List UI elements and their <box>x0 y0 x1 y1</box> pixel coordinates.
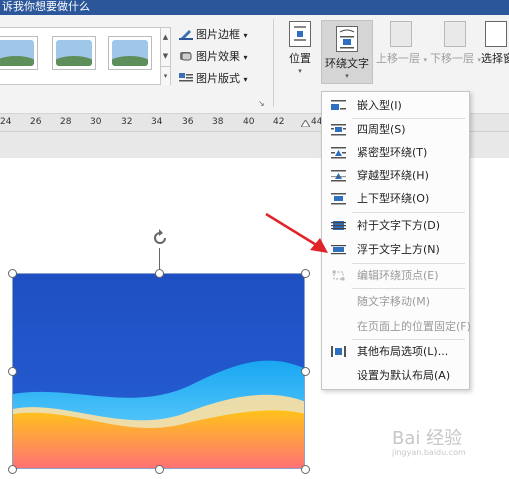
annotation-arrow-icon <box>265 212 328 253</box>
wrap-text-menu: 嵌入型(I) 四周型(S) 紧密型环绕(T) 穿越型环绕(H) 上下型环绕(O)… <box>321 91 471 390</box>
send-backward-icon <box>444 21 466 47</box>
picture-styles-dialog-launcher[interactable]: ↘ <box>258 99 265 108</box>
ruler-tick-label: 34 <box>151 117 163 127</box>
menu-item-more-layout-options[interactable]: 其他布局选项(L)... <box>323 340 469 363</box>
ruler-tick-label: 42 <box>273 117 285 127</box>
picture-effects-button[interactable]: 图片效果 ▾ <box>179 47 248 67</box>
ruler-tick-label: 28 <box>60 117 72 127</box>
picture-layout-icon <box>179 73 193 82</box>
tell-me-search-text[interactable]: 诉我你想要做什么 <box>2 0 90 13</box>
menu-separator <box>352 288 465 289</box>
edit-wrap-points-icon <box>332 270 345 281</box>
resize-handle[interactable] <box>301 269 310 278</box>
gallery-more-button[interactable]: ▾ <box>160 66 170 85</box>
resize-handle[interactable] <box>301 465 310 474</box>
picture-effects-icon <box>180 52 192 61</box>
bring-forward-icon <box>390 21 412 47</box>
menu-item-through[interactable]: 穿越型环绕(H) <box>323 164 469 187</box>
wrap-text-icon <box>336 26 358 52</box>
ruler-tick-label: 24 <box>0 117 12 127</box>
resize-handle[interactable] <box>155 465 164 474</box>
menu-item-square[interactable]: 四周型(S) <box>323 118 469 141</box>
ruler-tick-label: 32 <box>121 117 133 127</box>
more-layout-options-icon <box>331 346 346 357</box>
picture-styles-gallery[interactable]: ▲ ▼ ▾ <box>0 27 171 85</box>
tight-wrap-icon <box>331 147 346 159</box>
menu-item-move-with-text[interactable]: 随文字移动(M) <box>323 290 469 313</box>
through-wrap-icon <box>331 170 346 182</box>
menu-item-set-as-default-layout[interactable]: 设置为默认布局(A) <box>323 364 469 387</box>
menu-item-inline[interactable]: 嵌入型(I) <box>323 94 469 117</box>
inline-wrap-icon <box>331 100 346 110</box>
menu-separator <box>352 212 465 213</box>
resize-handle[interactable] <box>155 269 164 278</box>
in-front-of-text-icon <box>331 245 346 255</box>
rotate-handle-stem <box>159 248 160 269</box>
picture-border-icon <box>179 30 193 40</box>
picture-style-thumbnail[interactable] <box>108 36 152 70</box>
top-bottom-wrap-icon <box>331 193 346 205</box>
ruler-tick-label: 30 <box>90 117 102 127</box>
ruler-tick-label: 38 <box>212 117 224 127</box>
resize-handle[interactable] <box>8 269 17 278</box>
ribbon-group-separator <box>273 19 274 107</box>
ruler-tick-label: 26 <box>30 117 42 127</box>
resize-handle[interactable] <box>8 465 17 474</box>
menu-item-fix-position-on-page[interactable]: 在页面上的位置固定(F) <box>323 315 471 338</box>
gallery-scroll-down-button[interactable]: ▼ <box>160 47 170 66</box>
ruler-indent-marker-icon[interactable] <box>301 120 310 127</box>
wave-gradient-image <box>13 274 304 468</box>
selection-pane-button[interactable]: 选择窗 <box>481 21 509 66</box>
position-icon <box>289 21 311 47</box>
resize-handle[interactable] <box>301 367 310 376</box>
picture-style-thumbnail[interactable] <box>52 36 96 70</box>
menu-item-edit-wrap-points[interactable]: 编辑环绕顶点(E) <box>323 264 469 287</box>
ruler-tick-label: 36 <box>182 117 194 127</box>
picture-layout-button[interactable]: 图片版式 ▾ <box>179 69 248 89</box>
title-bar: 诉我你想要做什么 <box>0 0 509 15</box>
selection-pane-icon <box>485 21 507 47</box>
rotate-handle-icon[interactable] <box>150 228 170 248</box>
bring-forward-button[interactable]: 上移一层 ▾ <box>376 21 427 66</box>
resize-handle[interactable] <box>8 367 17 376</box>
baidu-watermark: Bai 经验 jingyan.baidu.com <box>392 428 466 457</box>
picture-border-button[interactable]: 图片边框 ▾ <box>179 25 248 45</box>
menu-item-tight[interactable]: 紧密型环绕(T) <box>323 141 469 164</box>
position-button[interactable]: 位置 ▾ <box>283 21 317 76</box>
picture-style-thumbnail[interactable] <box>0 36 38 70</box>
menu-item-behind-text[interactable]: 衬于文字下方(D) <box>323 214 469 237</box>
gallery-scroll-up-button[interactable]: ▲ <box>160 28 170 47</box>
menu-item-in-front-of-text[interactable]: 浮于文字上方(N) <box>323 238 469 261</box>
send-backward-button[interactable]: 下移一层 ▾ <box>430 21 481 66</box>
selected-picture[interactable] <box>12 273 305 469</box>
ruler-tick-label: 40 <box>243 117 255 127</box>
menu-item-top-bottom[interactable]: 上下型环绕(O) <box>323 187 469 210</box>
behind-text-icon <box>331 221 346 230</box>
square-wrap-icon <box>331 124 346 136</box>
wrap-text-button[interactable]: 环绕文字 ▾ <box>321 20 373 84</box>
